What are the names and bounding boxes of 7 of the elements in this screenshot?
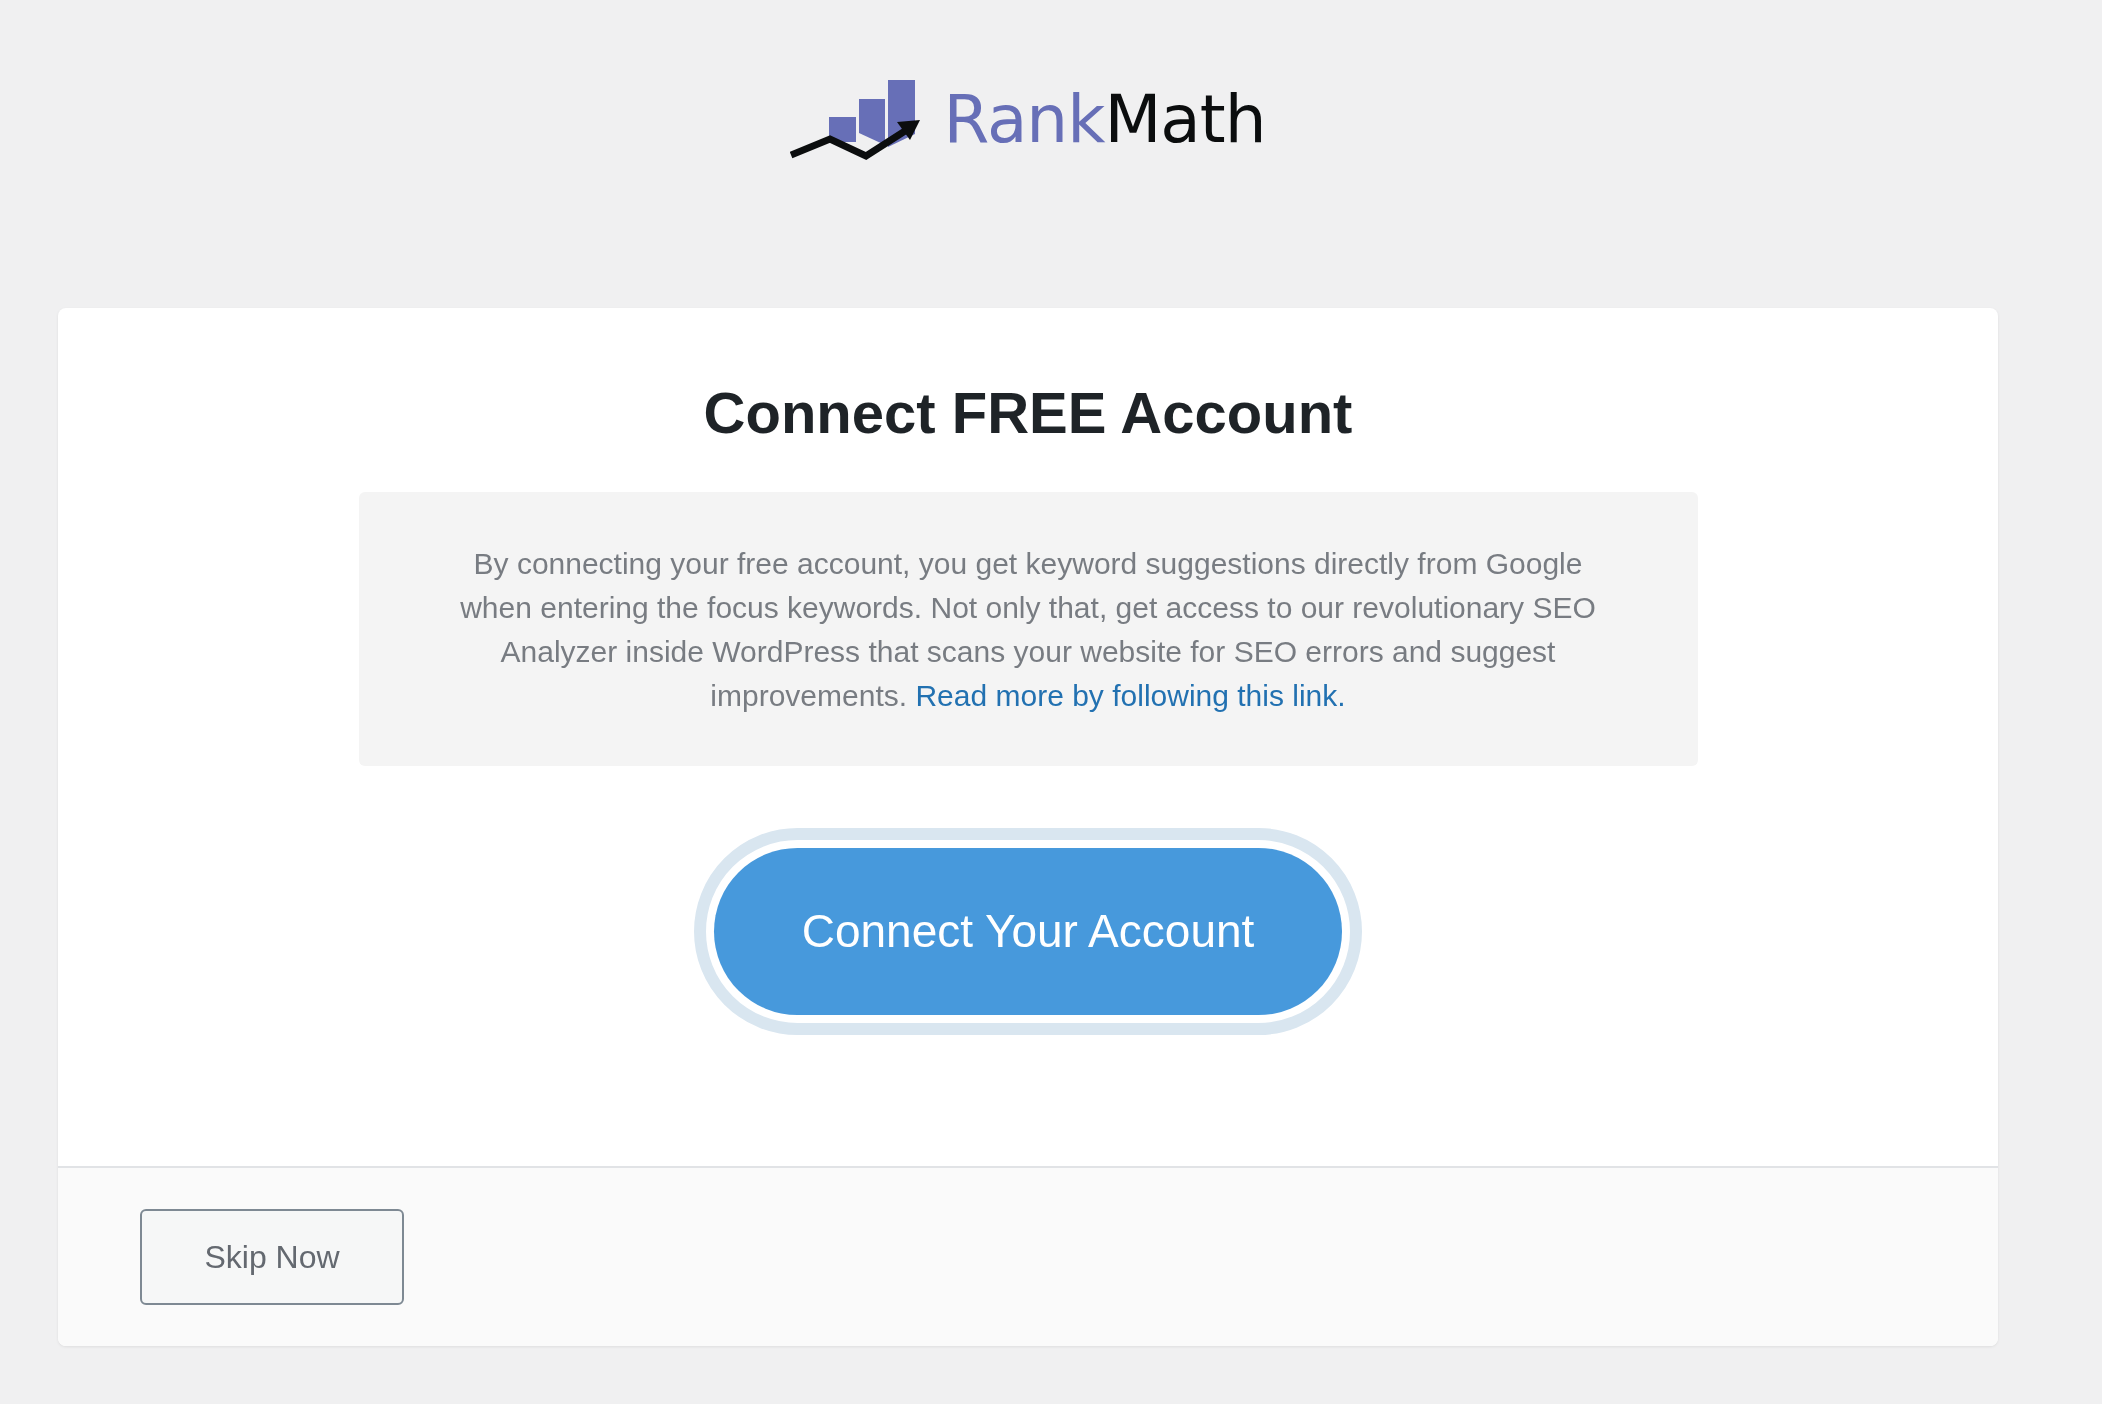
read-more-link[interactable]: Read more by following this link. (915, 679, 1346, 712)
skip-now-button[interactable]: Skip Now (140, 1209, 404, 1305)
logo-wordmark: RankMath (943, 80, 1266, 160)
rising-bar-chart-logo-icon (790, 80, 922, 160)
card-title: Connect FREE Account (703, 379, 1353, 447)
connect-account-button[interactable]: Connect Your Account (694, 828, 1362, 1035)
description-text: By connecting your free account, you get keyword suggestions directly from Google when entering the focus keywords. Not only that, get access to our revolutionary SEO Analyzer inside WordPress that scans your website for SEO errors and suggest improvements. Read more by following this link. (459, 546, 1597, 714)
